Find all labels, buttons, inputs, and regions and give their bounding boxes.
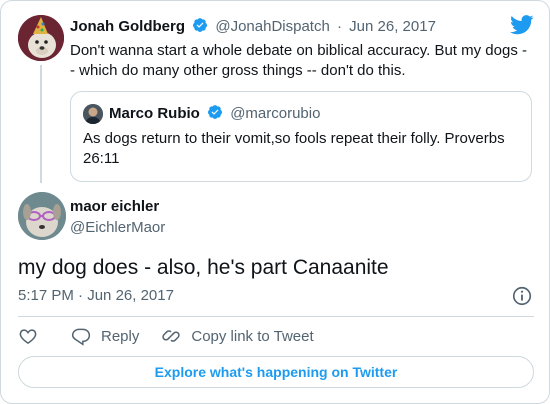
link-icon — [162, 330, 181, 342]
tweet-embed-card: Jonah Goldberg @JonahDispatch · Jun 26, … — [0, 0, 550, 404]
info-icon[interactable] — [511, 285, 533, 307]
explore-twitter-button[interactable]: Explore what's happening on Twitter — [18, 356, 534, 388]
verified-badge-icon — [208, 105, 223, 119]
tweet-date[interactable]: Jun 26, 2017 — [87, 287, 174, 304]
copy-link-button[interactable]: Copy link to Tweet — [161, 326, 314, 346]
quoted-author-name: Marco Rubio — [109, 105, 200, 122]
marco-rubio-avatar — [83, 104, 103, 124]
twitter-bird-icon[interactable] — [510, 15, 534, 35]
meta-separator: · — [337, 18, 342, 35]
actions-divider — [18, 316, 534, 317]
quoted-tweet-text: As dogs return to their vomit,so fools r… — [83, 130, 505, 167]
parent-handle[interactable]: @JonahDispatch — [215, 18, 329, 35]
parent-tweet-text: Don't wanna start a whole debate on bibl… — [70, 42, 527, 79]
reply-icon — [71, 328, 91, 346]
heart-icon — [19, 329, 37, 344]
like-button[interactable] — [18, 326, 38, 346]
quoted-tweet-card[interactable]: Marco Rubio @marcorubio As dogs return t… — [70, 91, 532, 182]
parent-tweet-header: Jonah Goldberg @JonahDispatch · Jun 26, … — [70, 17, 439, 35]
meta-separator: · — [78, 287, 84, 304]
reply-label: Reply — [101, 327, 140, 345]
tweet-time[interactable]: 5:17 PM — [18, 287, 74, 304]
copy-link-label: Copy link to Tweet — [191, 327, 314, 345]
reply-button[interactable]: Reply — [71, 326, 139, 346]
tweet-actions-bar: Reply Copy link to Tweet — [18, 325, 338, 347]
jonah-goldberg-avatar[interactable] — [18, 15, 64, 61]
maor-eichler-avatar[interactable] — [18, 192, 66, 240]
parent-date[interactable]: Jun 26, 2017 — [349, 18, 436, 35]
verified-badge-icon — [193, 18, 208, 32]
main-tweet-text: my dog does - also, he's part Canaanite — [18, 256, 389, 279]
parent-author-name[interactable]: Jonah Goldberg — [70, 18, 185, 35]
tweet-timestamp[interactable]: 5:17 PM · Jun 26, 2017 — [18, 287, 174, 304]
quoted-tweet-header: Marco Rubio @marcorubio — [109, 104, 323, 122]
main-handle[interactable]: @EichlerMaor — [70, 219, 165, 236]
quoted-handle: @marcorubio — [230, 105, 321, 122]
main-author-name[interactable]: maor eichler — [70, 198, 159, 215]
thread-connector-line — [40, 65, 42, 183]
